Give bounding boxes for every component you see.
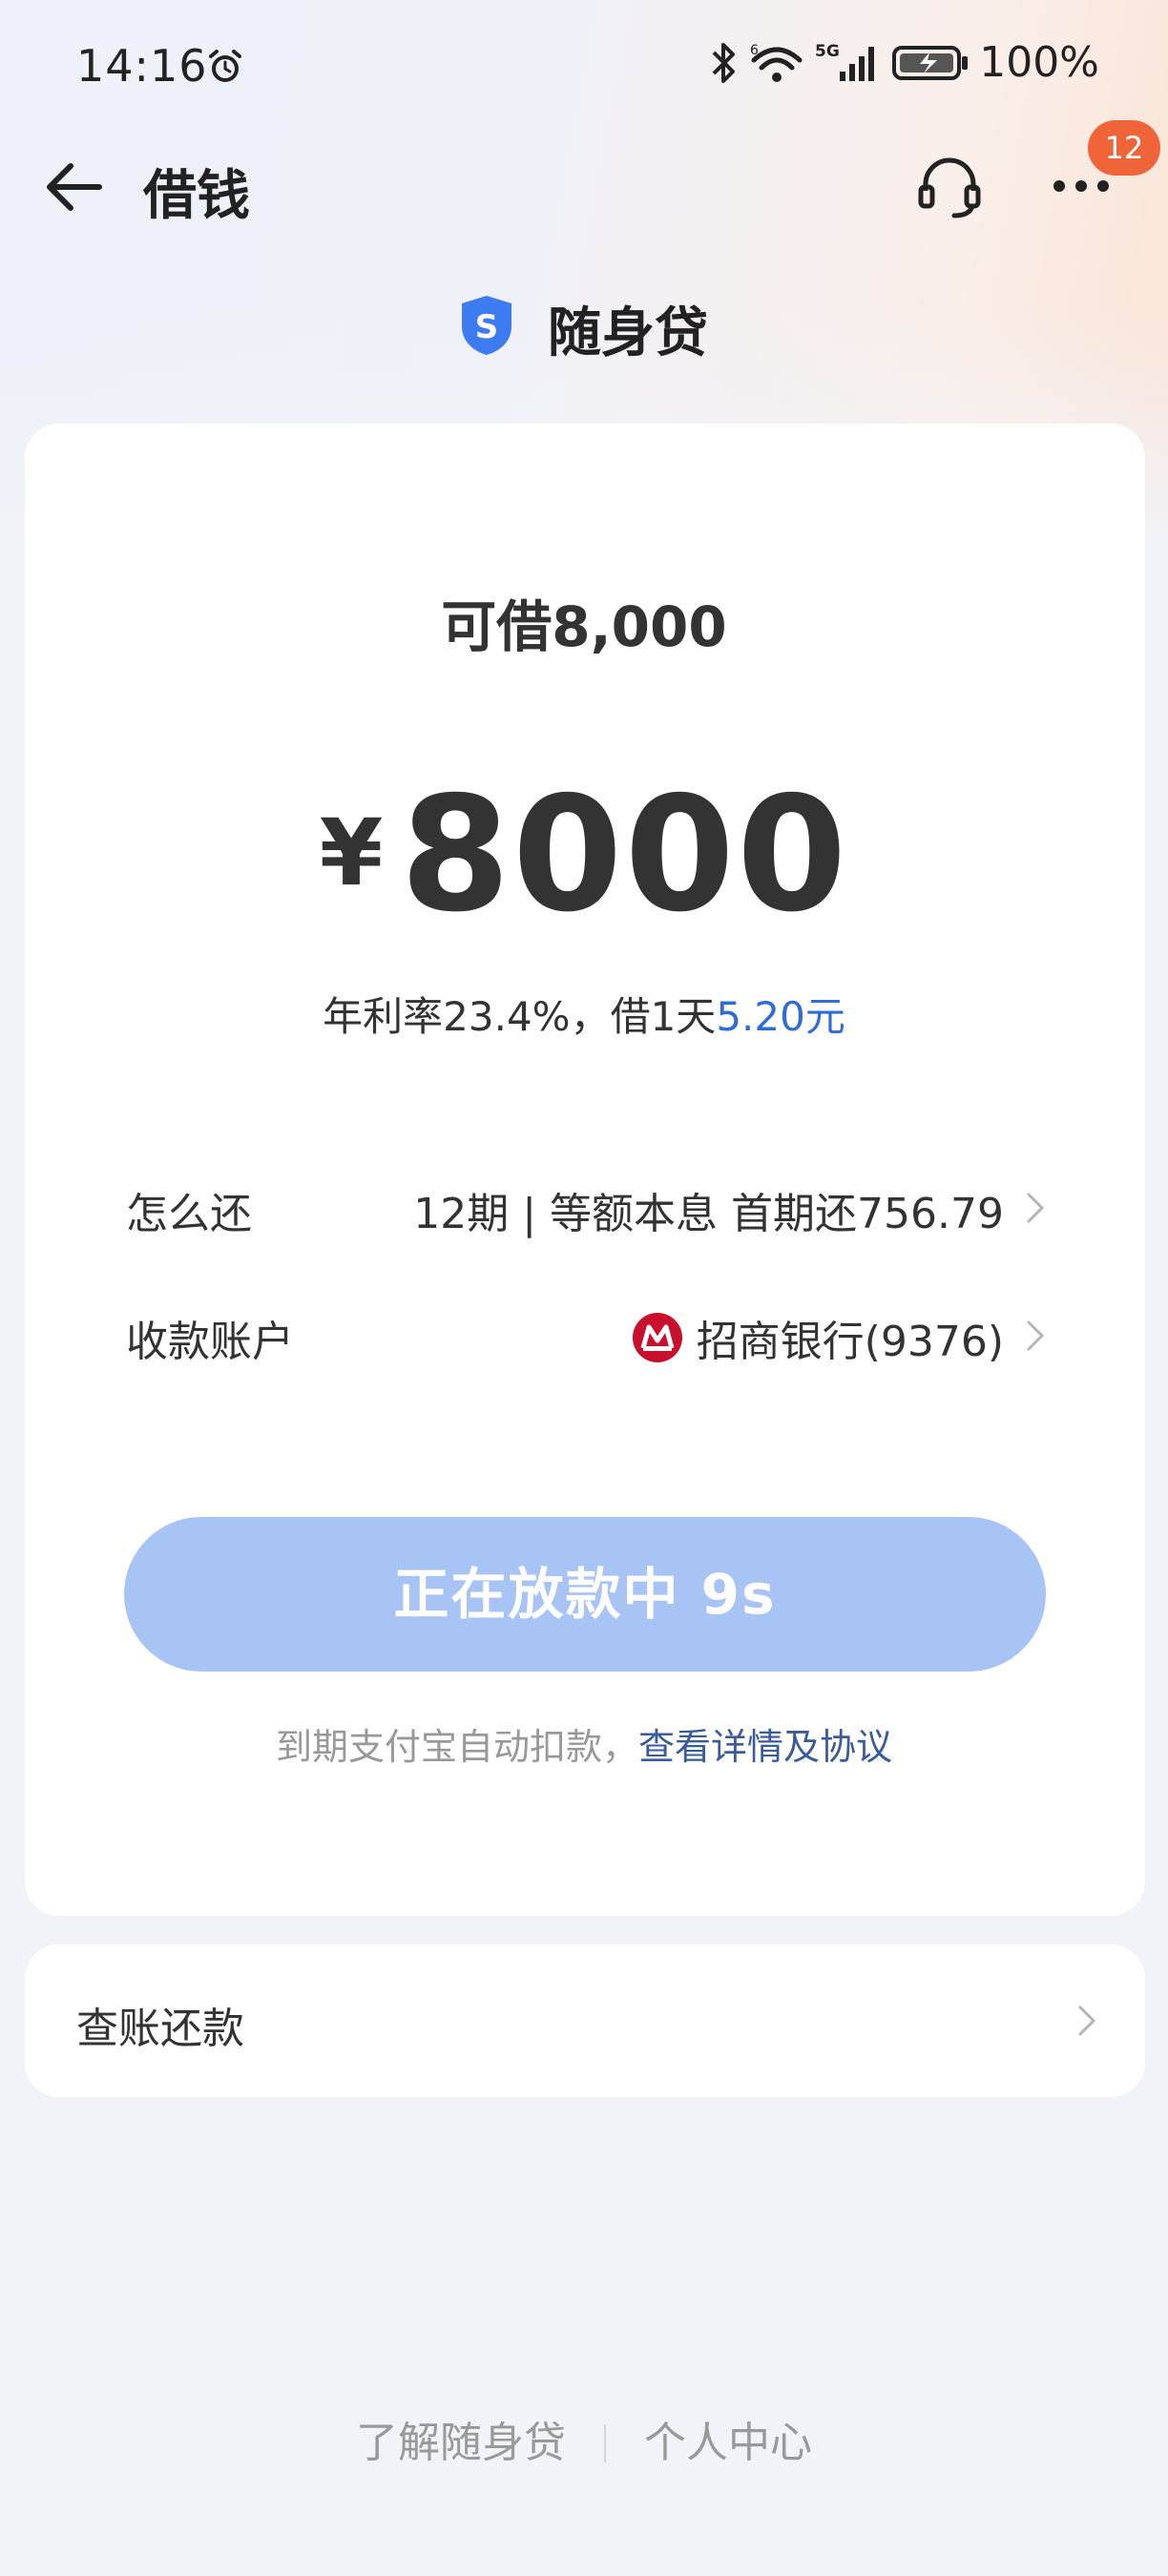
network-type: 5G xyxy=(815,42,840,61)
battery-icon xyxy=(892,45,969,80)
receiving-account-label: 收款账户 xyxy=(126,1318,294,1366)
credit-limit-label: 可借8,000 xyxy=(441,594,727,659)
disbursing-button[interactable]: 正在放款中 9s xyxy=(124,1517,1046,1672)
footer-links: 了解随身贷 个人中心 xyxy=(0,2408,1168,2469)
loan-amount-row[interactable]: ¥8000 xyxy=(0,763,1168,947)
footer-divider xyxy=(604,2424,606,2462)
shield-logo-icon: S xyxy=(462,296,511,355)
terms-line: 到期支付宝自动扣款，查看详情及协议 xyxy=(0,1717,1168,1770)
page-title: 借钱 xyxy=(143,165,250,227)
status-right: 6 5G 100% xyxy=(708,38,1099,87)
chevron-right-icon[interactable] xyxy=(1025,1191,1046,1225)
wifi-icon: 6 xyxy=(750,43,803,82)
currency-symbol: ¥ xyxy=(319,800,384,906)
cmb-bank-logo-icon xyxy=(632,1313,682,1362)
footer-link-personal-center[interactable]: 个人中心 xyxy=(644,2419,812,2467)
chevron-right-icon[interactable] xyxy=(1025,1319,1046,1353)
battery-percent: 100% xyxy=(979,38,1099,87)
notification-badge: 12 xyxy=(1088,120,1160,176)
cellular-signal-icon: 5G xyxy=(815,42,875,81)
headset-icon[interactable] xyxy=(916,153,983,219)
daily-cost: 5.20元 xyxy=(716,993,845,1040)
repayment-value[interactable]: 12期 | 等额本息 首期还756.79 xyxy=(413,1179,1004,1240)
loan-amount[interactable]: 8000 xyxy=(400,763,848,947)
repayment-label: 怎么还 xyxy=(126,1190,252,1238)
chevron-right-icon[interactable] xyxy=(1076,2004,1097,2038)
product-name: 随身贷 xyxy=(548,302,708,364)
back-arrow-icon[interactable] xyxy=(44,156,105,218)
bank-name: 招商银行(9376) xyxy=(696,1318,1004,1366)
terms-text: 到期支付宝自动扣款， xyxy=(275,1726,638,1768)
shield-logo-letter: S xyxy=(475,308,499,346)
bluetooth-icon xyxy=(712,42,736,83)
interest-rate-text: 年利率23.4%，借1天 xyxy=(323,993,717,1040)
terms-link[interactable]: 查看详情及协议 xyxy=(638,1726,892,1768)
bill-repay-label[interactable]: 查账还款 xyxy=(76,1994,244,2055)
alarm-icon xyxy=(209,50,241,82)
footer-link-about[interactable]: 了解随身贷 xyxy=(356,2419,566,2467)
receiving-account-value[interactable]: 招商银行(9376) xyxy=(632,1307,1004,1368)
status-time: 14:16 xyxy=(76,40,208,92)
interest-rate-line: 年利率23.4%，借1天5.20元 xyxy=(0,985,1168,1043)
